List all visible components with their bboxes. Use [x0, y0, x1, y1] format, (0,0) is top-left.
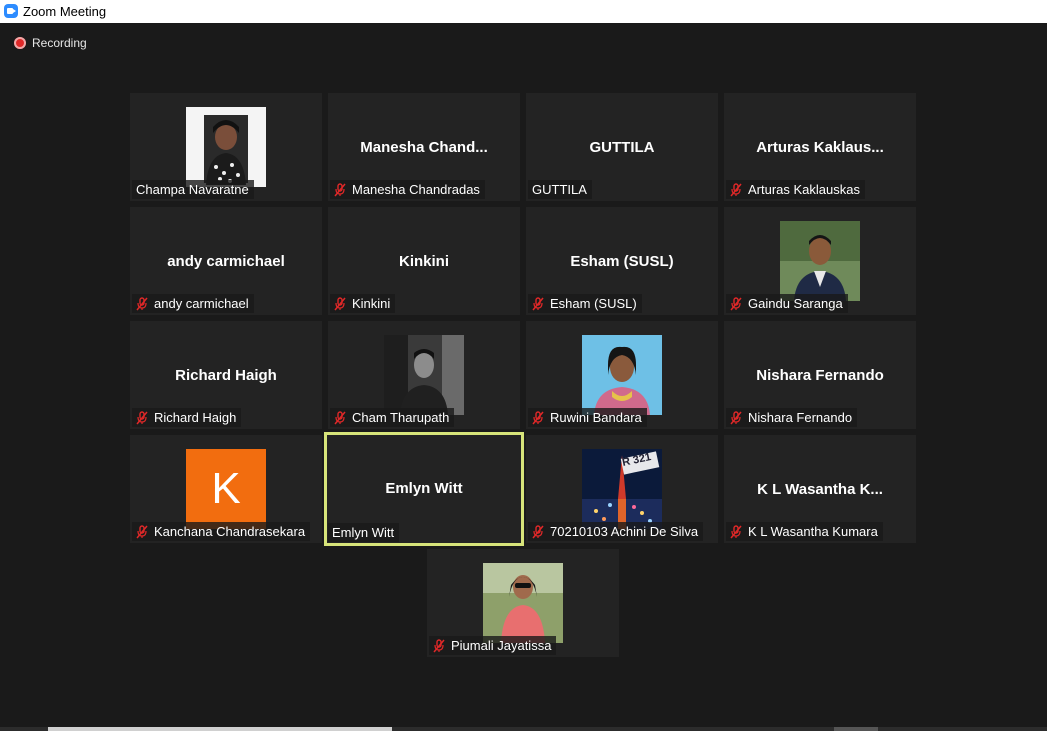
- participant-name-label: Richard Haigh: [132, 408, 242, 427]
- participant-tile[interactable]: Arturas Kaklaus... Arturas Kaklauskas: [724, 93, 916, 201]
- participant-tile[interactable]: Kinkini Kinkini: [328, 207, 520, 315]
- muted-mic-icon: [730, 524, 742, 538]
- participant-tile[interactable]: Piumali Jayatissa: [427, 549, 619, 657]
- avatar-letter: K: [211, 464, 241, 513]
- participant-name: andy carmichael: [154, 296, 249, 311]
- participant-name-label: GUTTILA: [528, 180, 592, 199]
- participant-name: Ruwini Bandara: [550, 410, 642, 425]
- participant-display-name: Richard Haigh: [175, 367, 277, 384]
- participant-name-label: Kanchana Chandrasekara: [132, 522, 311, 541]
- muted-mic-icon: [334, 296, 346, 310]
- participant-name-label: Champa Navaratne: [132, 180, 254, 199]
- participant-display-name: andy carmichael: [167, 253, 285, 270]
- participant-photo: [384, 335, 464, 415]
- muted-mic-icon: [136, 524, 148, 538]
- participant-tile[interactable]: GUTTILA GUTTILA: [526, 93, 718, 201]
- participant-tile[interactable]: Ruwini Bandara: [526, 321, 718, 429]
- muted-mic-icon: [334, 182, 346, 196]
- participant-name: Arturas Kaklauskas: [748, 182, 860, 197]
- participant-tile[interactable]: K Kanchana Chandrasekara: [130, 435, 322, 543]
- participant-name: K L Wasantha Kumara: [748, 524, 878, 539]
- participant-name-label: Nishara Fernando: [726, 408, 858, 427]
- participant-name-label: Ruwini Bandara: [528, 408, 647, 427]
- participant-display-name: Nishara Fernando: [756, 367, 884, 384]
- participant-photo: [186, 107, 266, 187]
- participant-name-label: Arturas Kaklauskas: [726, 180, 865, 199]
- muted-mic-icon: [433, 638, 445, 652]
- participant-name: Gaindu Saranga: [748, 296, 843, 311]
- title-bar: Zoom Meeting: [0, 0, 1047, 23]
- recording-indicator[interactable]: Recording: [14, 36, 87, 50]
- participant-display-name: Kinkini: [398, 253, 449, 270]
- scrollbar-handle[interactable]: [834, 727, 878, 731]
- participant-name: Esham (SUSL): [550, 296, 637, 311]
- participant-name-label: andy carmichael: [132, 294, 254, 313]
- participant-name: GUTTILA: [532, 182, 587, 197]
- muted-mic-icon: [532, 296, 544, 310]
- participant-name-label: Piumali Jayatissa: [429, 636, 557, 655]
- participant-name: Piumali Jayatissa: [451, 638, 552, 653]
- muted-mic-icon: [730, 182, 742, 196]
- participant-tile[interactable]: K L Wasantha K... K L Wasantha Kumara: [724, 435, 916, 543]
- muted-mic-icon: [532, 410, 544, 424]
- participant-tile[interactable]: Cham Tharupath: [328, 321, 520, 429]
- muted-mic-icon: [136, 296, 148, 310]
- participant-name-label: Kinkini: [330, 294, 396, 313]
- participant-photo: [483, 563, 563, 643]
- muted-mic-icon: [334, 410, 346, 424]
- participant-display-name: K L Wasantha K...: [757, 481, 883, 498]
- recording-label: Recording: [32, 36, 87, 50]
- participant-name-label: Cham Tharupath: [330, 408, 455, 427]
- participant-photo: [780, 221, 860, 301]
- participant-tile[interactable]: Nishara Fernando Nishara Fernando: [724, 321, 916, 429]
- participant-tile[interactable]: Esham (SUSL) Esham (SUSL): [526, 207, 718, 315]
- participant-name-label: Emlyn Witt: [328, 523, 400, 542]
- participant-tile[interactable]: R 321 70210103 Achini De Silva: [526, 435, 718, 543]
- participant-photo: [582, 335, 662, 415]
- participant-tile[interactable]: Champa Navaratne: [130, 93, 322, 201]
- participant-tile[interactable]: andy carmichael andy carmichael: [130, 207, 322, 315]
- participant-tile[interactable]: Manesha Chand... Manesha Chandradas: [328, 93, 520, 201]
- participant-name: Nishara Fernando: [748, 410, 853, 425]
- window-title: Zoom Meeting: [23, 4, 107, 19]
- participant-name-label: Manesha Chandradas: [330, 180, 485, 199]
- participant-name: Richard Haigh: [154, 410, 237, 425]
- record-icon: [14, 37, 26, 49]
- muted-mic-icon: [532, 524, 544, 538]
- participant-photo: R 321: [582, 449, 662, 529]
- participant-display-name: Manesha Chand...: [360, 139, 488, 156]
- muted-mic-icon: [136, 410, 148, 424]
- participant-display-name: Emlyn Witt: [385, 480, 463, 497]
- participant-name: Champa Navaratne: [136, 182, 249, 197]
- participant-name: Cham Tharupath: [352, 410, 450, 425]
- participant-display-name: GUTTILA: [589, 139, 655, 156]
- scrollbar-thumb[interactable]: [48, 727, 392, 731]
- participant-tile[interactable]: Richard Haigh Richard Haigh: [130, 321, 322, 429]
- participant-name: Kinkini: [352, 296, 391, 311]
- participant-display-name: Esham (SUSL): [570, 253, 674, 270]
- participant-name-label: K L Wasantha Kumara: [726, 522, 883, 541]
- participant-tile[interactable]: Gaindu Saranga: [724, 207, 916, 315]
- participant-display-name: Arturas Kaklaus...: [756, 139, 884, 156]
- zoom-camera-icon: [4, 4, 18, 18]
- participant-name: 70210103 Achini De Silva: [550, 524, 699, 539]
- participant-name-label: 70210103 Achini De Silva: [528, 522, 704, 541]
- participant-name: Kanchana Chandrasekara: [154, 524, 306, 539]
- muted-mic-icon: [730, 296, 742, 310]
- participant-tile-active-speaker[interactable]: Emlyn Witt Emlyn Witt: [324, 432, 524, 546]
- participant-name: Manesha Chandradas: [352, 182, 480, 197]
- participant-name: Emlyn Witt: [332, 525, 395, 540]
- avatar: K: [186, 449, 266, 529]
- muted-mic-icon: [730, 410, 742, 424]
- participant-name-label: Esham (SUSL): [528, 294, 642, 313]
- participant-name-label: Gaindu Saranga: [726, 294, 848, 313]
